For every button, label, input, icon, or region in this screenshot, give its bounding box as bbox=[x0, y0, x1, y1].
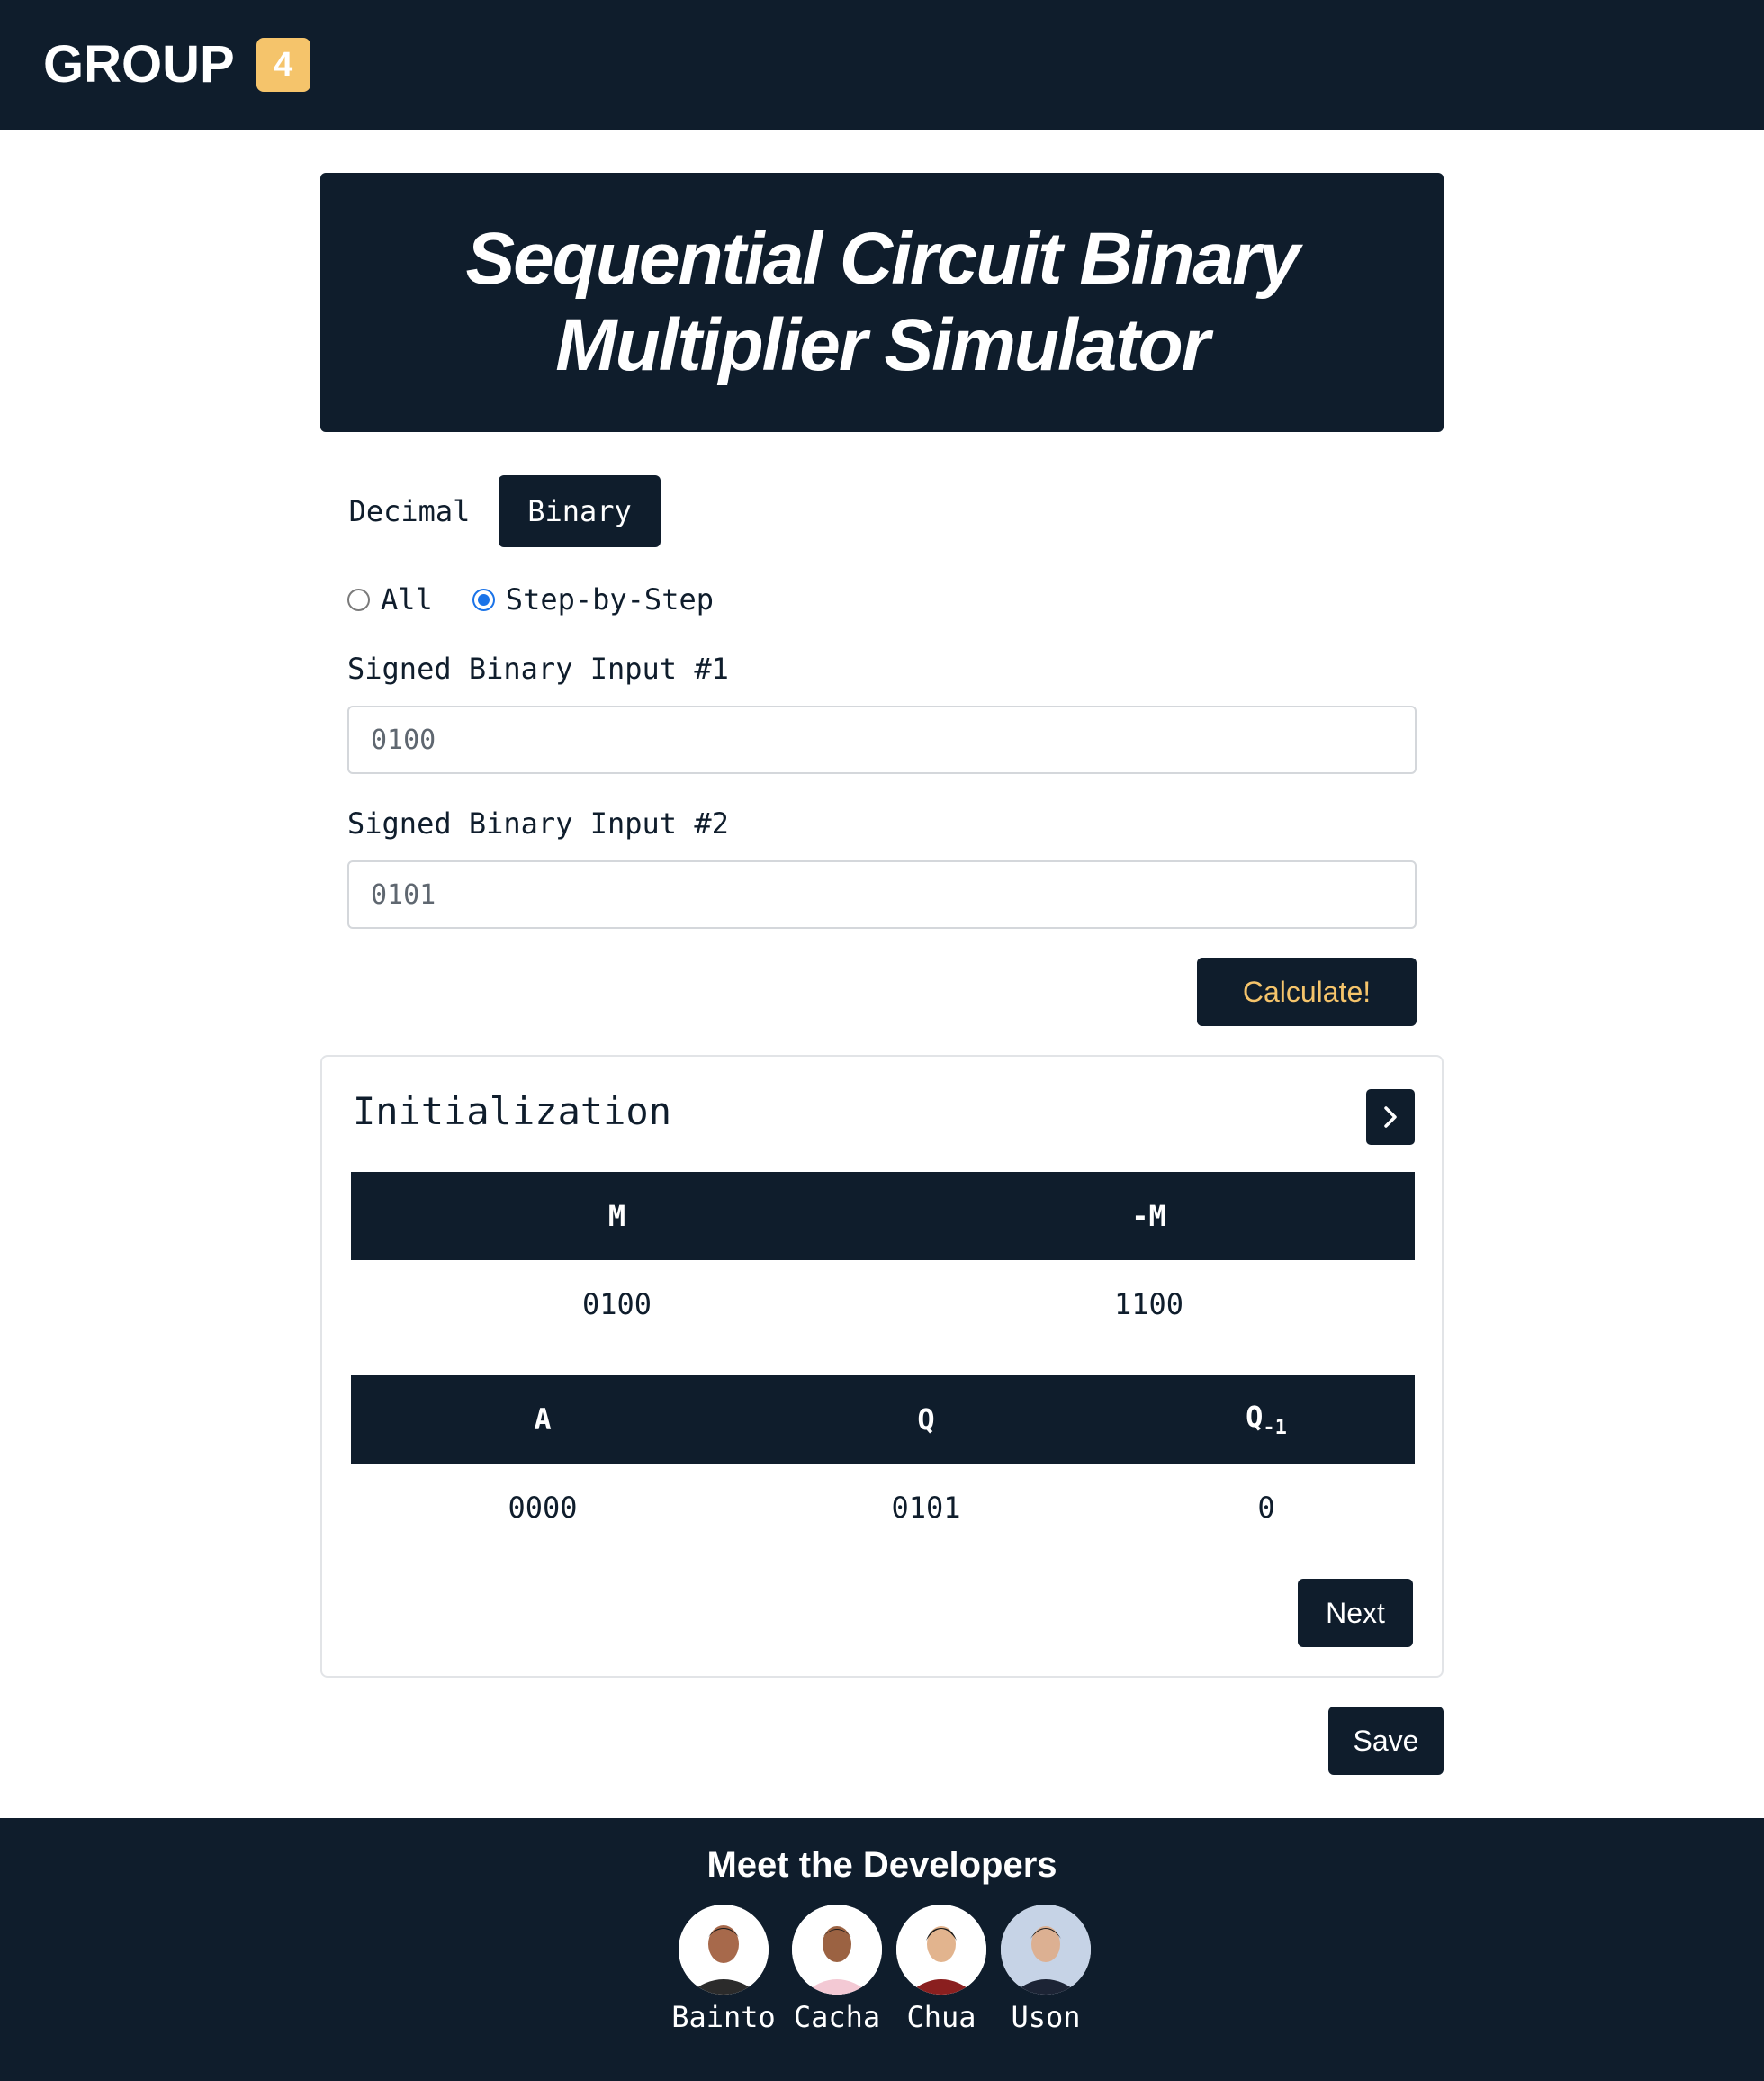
developer-card: Bainto bbox=[671, 1905, 776, 2034]
brand-badge: 4 bbox=[256, 38, 310, 92]
input2-label: Signed Binary Input #2 bbox=[347, 806, 729, 841]
table-header-cell: Q-1 bbox=[1118, 1400, 1415, 1439]
top-navbar: GROUP 4 bbox=[0, 0, 1764, 130]
developer-card: Chua bbox=[896, 1905, 986, 2034]
m-table-header: M -M bbox=[351, 1172, 1415, 1260]
avatar bbox=[1001, 1905, 1091, 1995]
developer-card: Uson bbox=[1001, 1905, 1091, 2034]
tab-decimal[interactable]: Decimal bbox=[333, 475, 486, 547]
radio-all-label[interactable]: All bbox=[381, 582, 433, 617]
next-button[interactable]: Next bbox=[1298, 1579, 1413, 1647]
step-card: Initialization M -M 0100 1100 A Q Q-1 00… bbox=[320, 1055, 1444, 1678]
brand-logo[interactable]: GROUP 4 bbox=[43, 31, 310, 99]
aq-table-header: A Q Q-1 bbox=[351, 1375, 1415, 1464]
table-header-cell: A bbox=[534, 1402, 552, 1437]
chevron-right-icon[interactable] bbox=[1366, 1089, 1415, 1145]
table-cell: 0 bbox=[1257, 1491, 1275, 1525]
table-cell: 0100 bbox=[581, 1287, 652, 1321]
table-row: 0000 0101 0 bbox=[351, 1464, 1415, 1552]
avatar bbox=[792, 1905, 882, 1995]
avatar bbox=[896, 1905, 986, 1995]
input1-label: Signed Binary Input #1 bbox=[347, 652, 729, 686]
brand-text: GROUP bbox=[43, 35, 235, 94]
page-title: Sequential Circuit Binary Multiplier Sim… bbox=[465, 218, 1300, 386]
developer-name: Uson bbox=[1011, 2000, 1081, 2034]
table-cell: 1100 bbox=[1113, 1287, 1184, 1321]
table-cell: 0101 bbox=[891, 1491, 961, 1525]
display-mode-radio-group: All Step-by-Step bbox=[347, 580, 714, 619]
developer-name: Chua bbox=[906, 2000, 976, 2034]
binary-input-2[interactable] bbox=[347, 860, 1417, 929]
binary-input-1[interactable] bbox=[347, 706, 1417, 774]
footer: Meet the Developers Bainto Cacha Chua Us… bbox=[0, 1818, 1764, 2081]
hero-banner: Sequential Circuit Binary Multiplier Sim… bbox=[320, 173, 1444, 432]
table-row: 0100 1100 bbox=[351, 1260, 1415, 1348]
table-header-cell: Q bbox=[917, 1402, 935, 1437]
q-minus-1-subscript: -1 bbox=[1263, 1417, 1287, 1439]
table-header-cell: -M bbox=[1131, 1199, 1166, 1233]
avatar bbox=[679, 1905, 769, 1995]
developer-card: Cacha bbox=[792, 1905, 882, 2034]
step-title: Initialization bbox=[353, 1089, 672, 1133]
calculate-button[interactable]: Calculate! bbox=[1197, 958, 1417, 1026]
developer-name: Cacha bbox=[793, 2000, 881, 2034]
radio-step-by-step[interactable] bbox=[472, 588, 495, 611]
radio-step-by-step-label[interactable]: Step-by-Step bbox=[506, 582, 714, 617]
developer-name: Bainto bbox=[671, 2000, 776, 2034]
table-header-cell: M bbox=[608, 1199, 626, 1233]
table-cell: 0000 bbox=[508, 1491, 578, 1525]
q-minus-1-label: Q bbox=[1246, 1400, 1264, 1434]
tab-binary[interactable]: Binary bbox=[499, 475, 661, 547]
save-button[interactable]: Save bbox=[1328, 1707, 1444, 1775]
footer-title: Meet the Developers bbox=[706, 1845, 1058, 1885]
radio-all[interactable] bbox=[347, 588, 370, 611]
